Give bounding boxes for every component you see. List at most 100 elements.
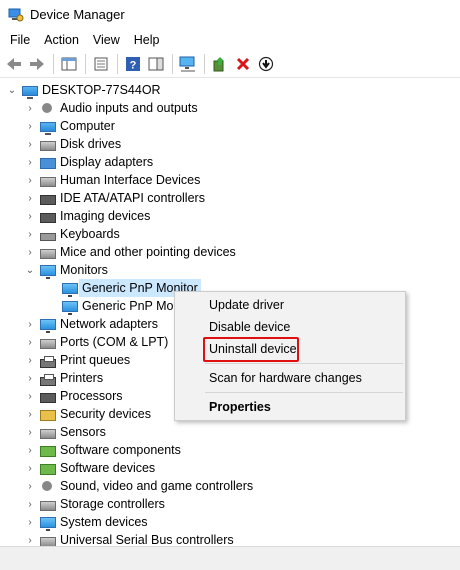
expand-chevron-icon[interactable]: ›	[24, 207, 36, 225]
tree-item-software-devices[interactable]: › Software devices	[24, 459, 155, 477]
forward-icon	[30, 58, 44, 70]
expand-chevron-icon[interactable]: ›	[24, 315, 36, 333]
toolbar: ?	[0, 51, 460, 78]
mouse-icon	[40, 249, 56, 259]
expand-chevron-icon[interactable]: ›	[24, 531, 36, 546]
expand-chevron-icon[interactable]: ›	[24, 99, 36, 117]
expand-chevron-icon[interactable]: ›	[24, 423, 36, 441]
action-pane-button[interactable]	[145, 53, 167, 75]
menu-properties[interactable]: Properties	[175, 396, 405, 418]
expand-chevron-icon[interactable]: ›	[24, 117, 36, 135]
monitor-icon	[62, 282, 78, 297]
tree-item-processors[interactable]: › Processors	[24, 387, 123, 405]
toolbar-separator	[117, 54, 118, 74]
expand-chevron-icon[interactable]: ›	[24, 153, 36, 171]
title-bar: Device Manager	[0, 0, 460, 29]
print-queue-icon	[40, 355, 56, 368]
tree-item-disk-drives[interactable]: › Disk drives	[24, 135, 121, 153]
expand-chevron-icon[interactable]: ›	[24, 225, 36, 243]
tree-item-software-components[interactable]: › Software components	[24, 441, 181, 459]
expand-chevron-icon[interactable]: ›	[24, 459, 36, 477]
scan-hardware-button[interactable]	[177, 53, 199, 75]
back-button[interactable]	[3, 53, 25, 75]
expand-chevron-icon[interactable]: ›	[24, 351, 36, 369]
menu-update-driver[interactable]: Update driver	[175, 294, 405, 316]
tree-item-usb-controllers[interactable]: › Universal Serial Bus controllers	[24, 531, 234, 546]
tree-item-security-devices[interactable]: › Security devices	[24, 405, 151, 423]
disable-icon	[258, 56, 274, 72]
tree-item-imaging-devices[interactable]: › Imaging devices	[24, 207, 150, 225]
menu-action[interactable]: Action	[37, 30, 86, 50]
expand-chevron-icon[interactable]: ›	[24, 333, 36, 351]
menu-uninstall-device[interactable]: Uninstall device	[175, 338, 405, 360]
status-bar	[0, 546, 460, 570]
monitor-icon	[40, 264, 56, 279]
toolbar-separator	[85, 54, 86, 74]
ide-controller-icon	[40, 195, 56, 205]
tree-item-audio[interactable]: › Audio inputs and outputs	[24, 99, 197, 117]
menu-separator	[205, 392, 403, 393]
tree-root[interactable]: ⌄ DESKTOP-77S44OR	[6, 81, 161, 99]
computer-icon	[40, 122, 56, 135]
tree-item-storage-controllers[interactable]: › Storage controllers	[24, 495, 165, 513]
show-hide-tree-button[interactable]	[58, 53, 80, 75]
expand-chevron-icon[interactable]: ›	[24, 405, 36, 423]
usb-icon	[40, 537, 56, 546]
collapse-chevron-icon[interactable]: ⌄	[6, 81, 18, 99]
expand-chevron-icon[interactable]: ›	[24, 441, 36, 459]
device-manager-icon	[8, 8, 24, 22]
expand-chevron-icon[interactable]: ›	[24, 189, 36, 207]
expand-chevron-icon[interactable]: ›	[24, 171, 36, 189]
collapse-chevron-icon[interactable]: ⌄	[24, 261, 36, 279]
back-icon	[7, 58, 21, 70]
expand-chevron-icon[interactable]: ›	[24, 513, 36, 531]
software-device-icon	[40, 463, 56, 475]
tree-item-ide-controllers[interactable]: › IDE ATA/ATAPI controllers	[24, 189, 205, 207]
uninstall-button[interactable]	[232, 53, 254, 75]
tree-item-display-adapters[interactable]: › Display adapters	[24, 153, 153, 171]
menu-scan-hardware[interactable]: Scan for hardware changes	[175, 367, 405, 389]
help-button[interactable]: ?	[122, 53, 144, 75]
tree-item-network-adapters[interactable]: › Network adapters	[24, 315, 158, 333]
menu-disable-device[interactable]: Disable device	[175, 316, 405, 338]
keyboard-icon	[40, 233, 56, 241]
scan-hardware-icon	[179, 56, 195, 72]
properties-icon	[94, 57, 108, 71]
expand-chevron-icon[interactable]: ›	[24, 135, 36, 153]
toolbar-separator	[172, 54, 173, 74]
expand-chevron-icon[interactable]: ›	[24, 243, 36, 261]
window-title: Device Manager	[30, 7, 125, 22]
disk-drive-icon	[40, 141, 56, 151]
toolbar-separator	[53, 54, 54, 74]
processor-icon	[40, 393, 56, 403]
hid-icon	[40, 177, 56, 187]
update-driver-button[interactable]	[209, 53, 231, 75]
tree-item-sensors[interactable]: › Sensors	[24, 423, 106, 441]
tree-item-sound-video-game[interactable]: › Sound, video and game controllers	[24, 477, 253, 495]
tree-item-system-devices[interactable]: › System devices	[24, 513, 148, 531]
monitor-icon	[62, 300, 78, 315]
camera-icon	[40, 213, 56, 223]
menu-help[interactable]: Help	[127, 30, 167, 50]
forward-button[interactable]	[26, 53, 48, 75]
expand-chevron-icon[interactable]: ›	[24, 369, 36, 387]
menu-file[interactable]: File	[3, 30, 37, 50]
tree-item-computer[interactable]: › Computer	[24, 117, 115, 135]
expand-chevron-icon[interactable]: ›	[24, 387, 36, 405]
uninstall-icon	[236, 57, 250, 71]
properties-button[interactable]	[90, 53, 112, 75]
show-hide-tree-icon	[61, 57, 77, 71]
tree-item-monitors[interactable]: ⌄ Monitors	[24, 261, 108, 279]
tree-item-mice[interactable]: › Mice and other pointing devices	[24, 243, 236, 261]
tree-item-printers[interactable]: › Printers	[24, 369, 103, 387]
speaker-icon	[40, 479, 56, 493]
expand-chevron-icon[interactable]: ›	[24, 495, 36, 513]
disable-button[interactable]	[255, 53, 277, 75]
tree-item-print-queues[interactable]: › Print queues	[24, 351, 130, 369]
tree-item-hid[interactable]: › Human Interface Devices	[24, 171, 200, 189]
tree-item-ports[interactable]: › Ports (COM & LPT)	[24, 333, 168, 351]
svg-text:?: ?	[130, 60, 137, 72]
expand-chevron-icon[interactable]: ›	[24, 477, 36, 495]
menu-view[interactable]: View	[86, 30, 127, 50]
tree-item-keyboards[interactable]: › Keyboards	[24, 225, 120, 243]
